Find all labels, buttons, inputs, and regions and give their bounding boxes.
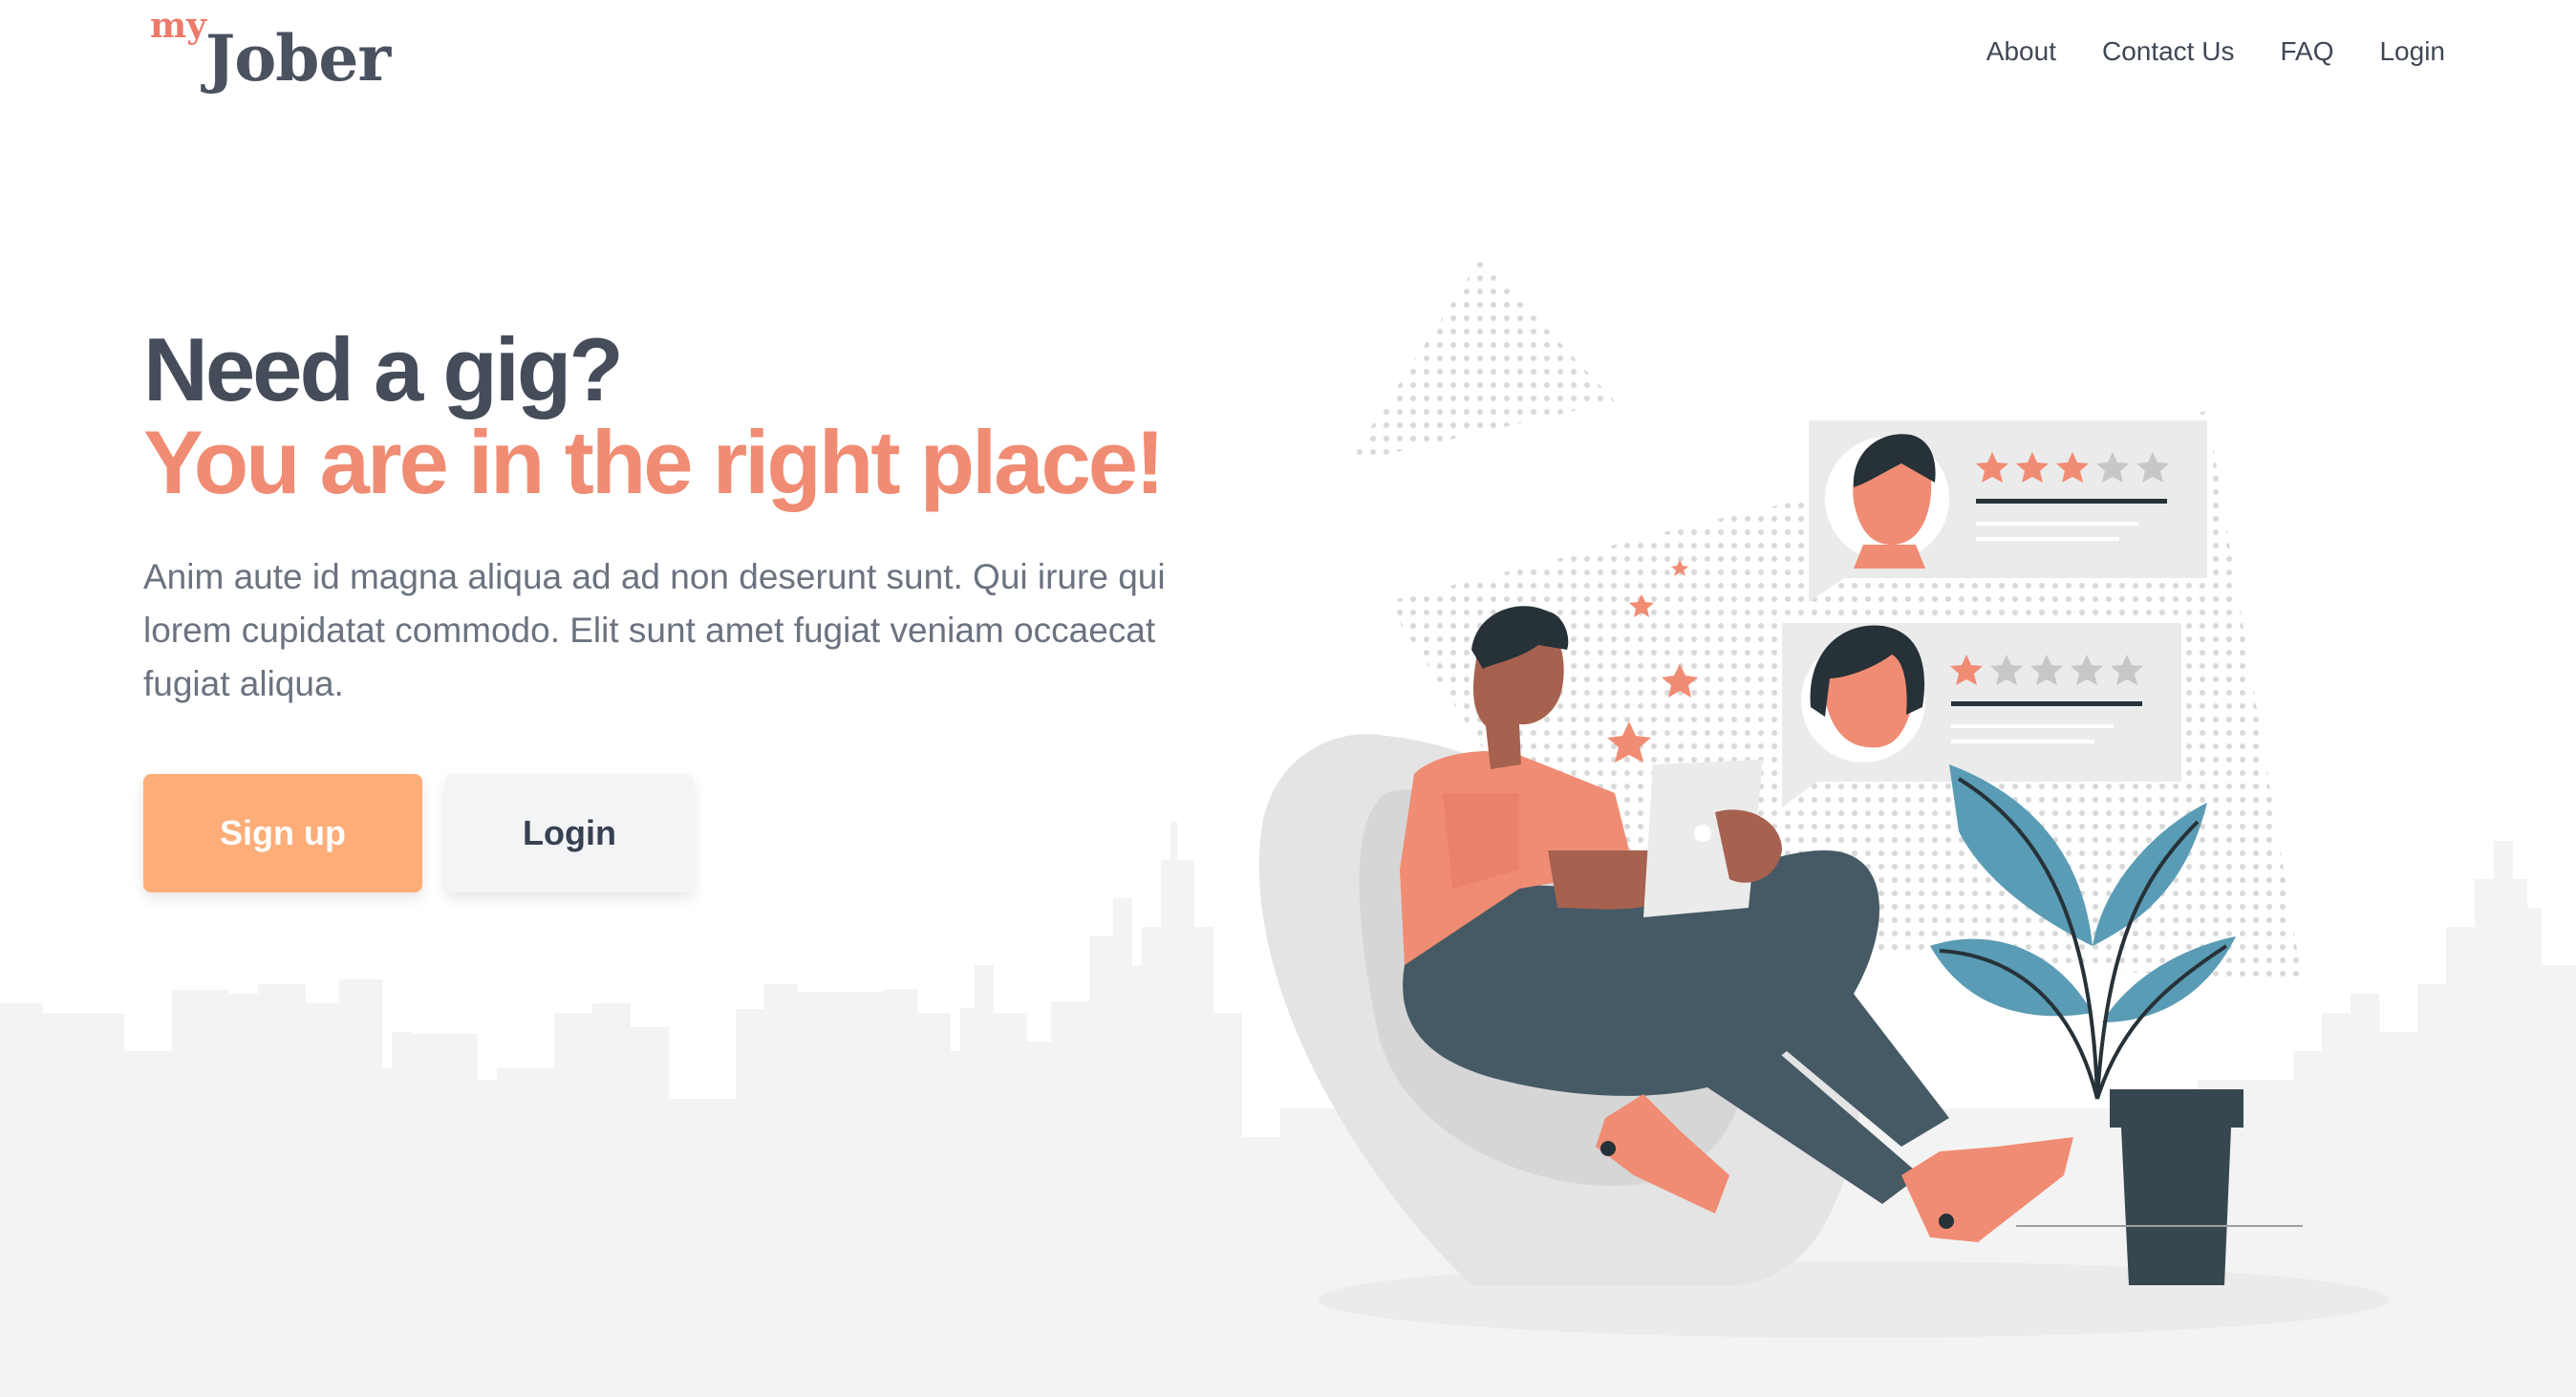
site-header: my Jober About Contact Us FAQ Login <box>0 0 2576 115</box>
logo-prefix: my <box>150 6 207 46</box>
main-navigation: About Contact Us FAQ Login <box>1986 36 2445 67</box>
hero-subheadline: You are in the right place! <box>143 412 1165 512</box>
hero-actions: Sign up Login <box>143 774 694 892</box>
nav-link-login[interactable]: Login <box>2379 36 2445 67</box>
signup-button[interactable]: Sign up <box>143 774 422 892</box>
login-button[interactable]: Login <box>445 774 694 892</box>
hero-illustration <box>1258 258 2389 1338</box>
hero-section: Need a gig? You are in the right place! … <box>143 325 1290 746</box>
nav-link-about[interactable]: About <box>1986 36 2056 67</box>
dotted-triangle-decoration <box>1347 258 1615 463</box>
review-card-male <box>1809 420 2207 602</box>
brand-logo[interactable]: my Jober <box>148 6 397 101</box>
logo-wordmark: Jober <box>205 21 391 96</box>
hero-description: Anim aute id magna aliqua ad ad non dese… <box>143 557 1166 703</box>
nav-link-faq[interactable]: FAQ <box>2280 36 2333 67</box>
hero-headline: Need a gig? <box>143 319 624 419</box>
nav-link-contact-us[interactable]: Contact Us <box>2102 36 2235 67</box>
